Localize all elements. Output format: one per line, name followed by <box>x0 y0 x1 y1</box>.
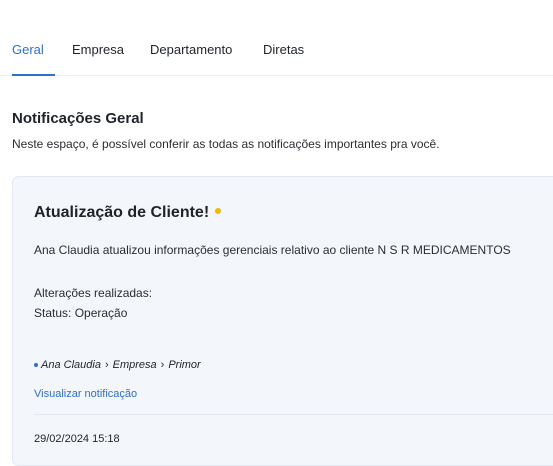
breadcrumb-item-user: Ana Claudia <box>41 359 101 371</box>
unread-dot-icon <box>215 207 222 214</box>
status-line: Status: Operação <box>34 306 128 320</box>
chevron-right-icon: › <box>160 359 165 371</box>
tab-diretas[interactable]: Diretas <box>263 42 304 57</box>
notification-body: Ana Claudia atualizou informações gerenc… <box>34 243 511 257</box>
tab-bar: Geral Empresa Departamento Diretas <box>0 0 553 76</box>
breadcrumb: Ana Claudia › Empresa › Primor <box>34 359 201 371</box>
notification-card[interactable]: Atualização de Cliente! Ana Claudia atua… <box>12 176 553 466</box>
page-description: Neste espaço, é possível conferir as tod… <box>12 137 440 151</box>
changes-label: Alterações realizadas: <box>34 286 153 300</box>
notification-date: 29/02/2024 15:18 <box>34 433 120 445</box>
breadcrumb-item-client: Primor <box>168 359 201 371</box>
page-title: Notificações Geral <box>12 110 144 127</box>
tab-geral[interactable]: Geral <box>12 42 44 57</box>
notification-title: Atualização de Cliente! <box>34 204 210 221</box>
view-notification-link[interactable]: Visualizar notificação <box>34 388 137 400</box>
bullet-dot-icon <box>34 363 38 367</box>
breadcrumb-item-company: Empresa <box>112 359 157 371</box>
notification-title-row: Atualização de Cliente! <box>34 204 222 222</box>
card-divider <box>34 414 553 415</box>
tab-empresa[interactable]: Empresa <box>72 42 124 57</box>
tab-departamento[interactable]: Departamento <box>150 42 232 57</box>
chevron-right-icon: › <box>104 359 109 371</box>
active-tab-indicator <box>12 74 55 76</box>
